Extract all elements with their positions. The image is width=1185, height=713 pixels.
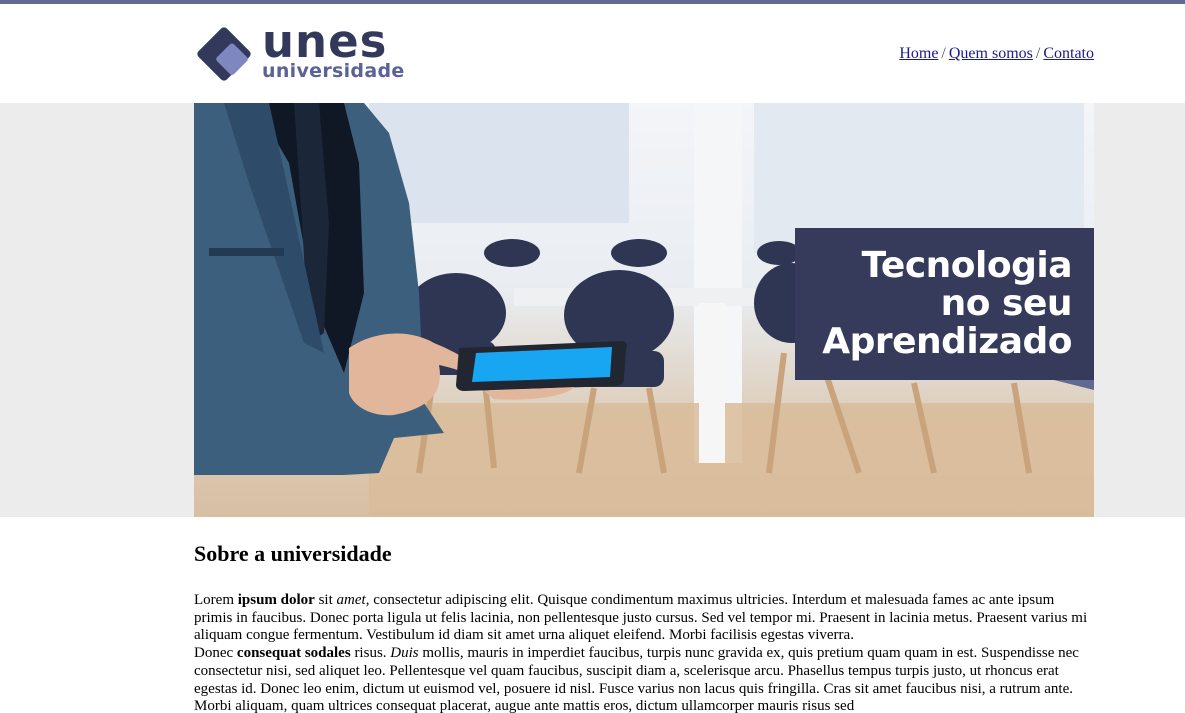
- logo-diamond-icon: [197, 27, 251, 81]
- tagline-line-2: no seu: [940, 283, 1073, 324]
- site-header: unes universidade Home / Quem somos / Contat…: [0, 4, 1185, 103]
- about-heading: Sobre a universidade: [194, 541, 392, 566]
- logo-wordmark: unes: [262, 15, 388, 68]
- logo-subtitle: universidade: [262, 60, 405, 82]
- about-section: Sobre a universidade Lorem ipsum dolor s…: [194, 540, 1094, 713]
- tagline-panel: Tecnologia no seu Aprendizado: [795, 228, 1094, 390]
- tagline-accent: [1054, 380, 1094, 390]
- tagline-line-1: Tecnologia: [861, 245, 1073, 286]
- main-nav: Home / Quem somos / Contato: [899, 45, 1094, 63]
- nav-link-quem-somos[interactable]: Quem somos: [949, 45, 1033, 62]
- tagline-line-3: Aprendizado: [822, 321, 1072, 362]
- unes-logo[interactable]: unes universidade: [194, 18, 409, 86]
- nav-link-contato[interactable]: Contato: [1043, 45, 1094, 62]
- hero-banner: Tecnologia no seu Aprendizado: [194, 103, 1094, 517]
- nav-separator: /: [1035, 45, 1041, 62]
- nav-link-home[interactable]: Home: [899, 45, 938, 62]
- about-paragraph-1: Lorem ipsum dolor sit amet, consectetur …: [194, 592, 1088, 644]
- nav-separator: /: [941, 45, 946, 62]
- about-paragraph-2: Donec consequat sodales risus. Duis moll…: [194, 645, 1079, 713]
